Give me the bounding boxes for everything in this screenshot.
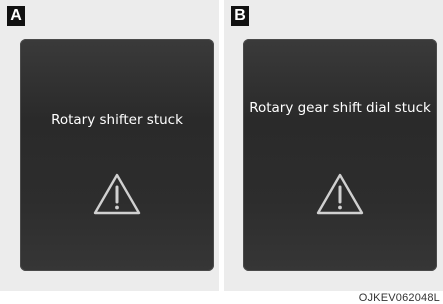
warning-triangle-icon <box>93 173 141 215</box>
warning-message-a: Rotary shifter stuck <box>51 112 183 128</box>
panel-a: A Rotary shifter stuck <box>0 0 219 291</box>
panel-a-tag: A <box>7 6 25 26</box>
cluster-display-b: Rotary gear shift dial stuck <box>243 39 437 271</box>
warning-message-b: Rotary gear shift dial stuck <box>249 100 431 116</box>
figure: A Rotary shifter stuck B Rotary gear shi… <box>0 0 443 304</box>
panel-b-tag: B <box>231 6 249 26</box>
figure-code: OJKEV062048L <box>358 292 440 304</box>
warning-triangle-icon <box>316 173 364 215</box>
panel-b: B Rotary gear shift dial stuck <box>224 0 443 291</box>
cluster-display-a: Rotary shifter stuck <box>20 39 214 271</box>
